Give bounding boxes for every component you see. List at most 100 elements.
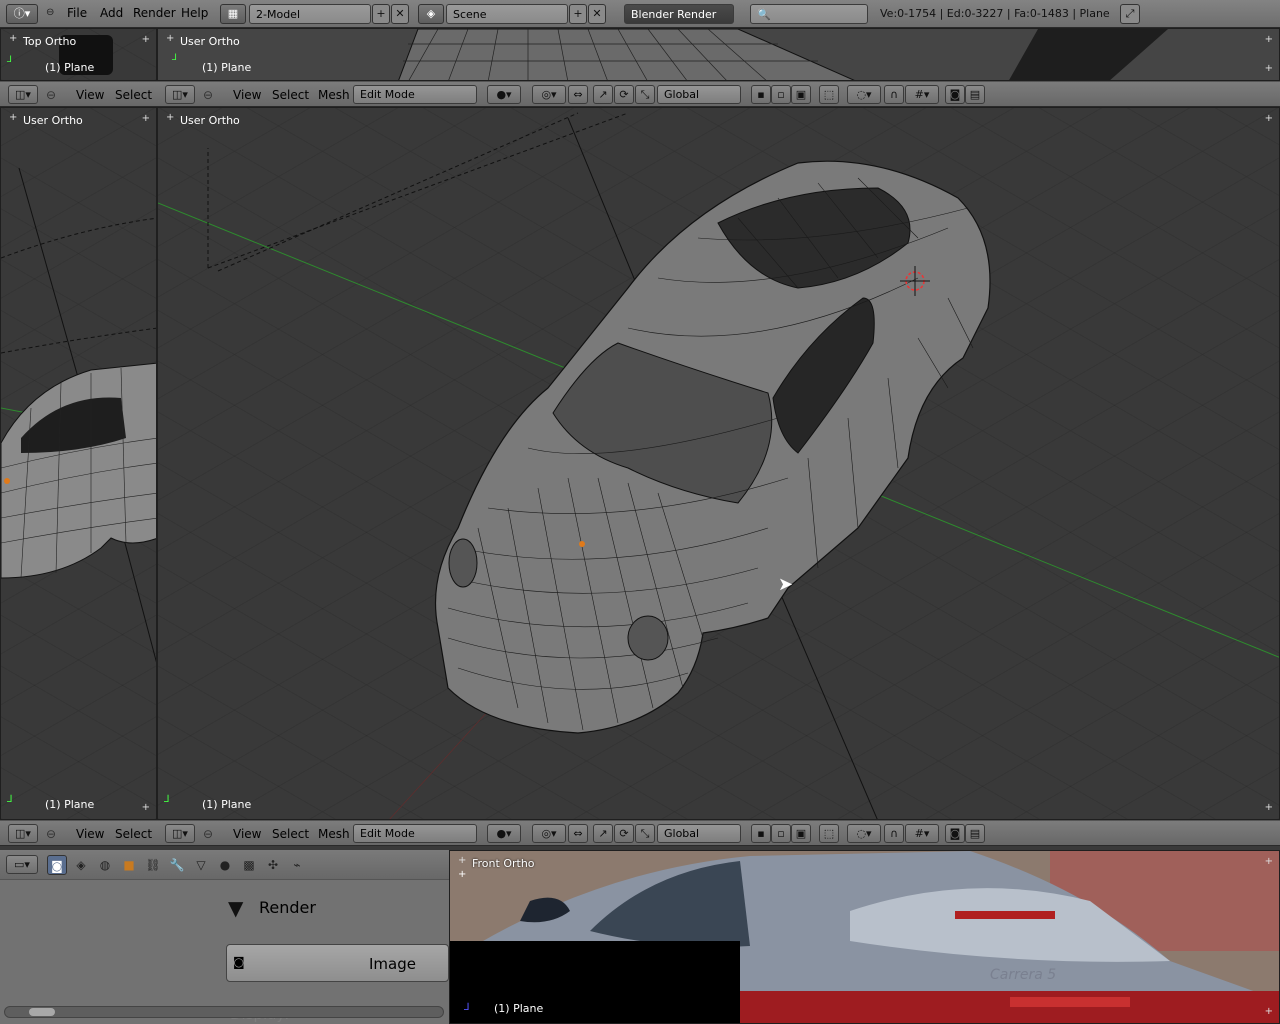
particles-tab-icon[interactable]: ✣ [263, 855, 283, 875]
rotate-icon[interactable]: ⟳ [614, 824, 634, 843]
collapse-icon[interactable]: ⊖ [203, 88, 213, 102]
mode-select[interactable]: Edit Mode [353, 85, 477, 104]
manipulator-icon[interactable]: ⇔ [568, 824, 588, 843]
face-select-icon[interactable]: ▣ [791, 824, 811, 843]
rotate-icon[interactable]: ⟳ [614, 85, 634, 104]
screen-layout-icon[interactable]: ▦ [220, 4, 246, 24]
render-image-button[interactable]: ◙ Image [226, 944, 449, 982]
corner-plus-icon[interactable]: + [1265, 34, 1273, 45]
scene-tab-icon[interactable]: ◈ [71, 855, 91, 875]
manipulator-icon[interactable]: ⇔ [568, 85, 588, 104]
menu-select[interactable]: Select [115, 88, 152, 102]
collapse-icon[interactable]: ⊖ [203, 827, 213, 841]
vertex-select-icon[interactable]: ▪ [751, 85, 771, 104]
modifiers-tab-icon[interactable]: 🔧 [167, 855, 187, 875]
render-panel-title[interactable]: Render [259, 898, 316, 917]
menu-view[interactable]: View [76, 88, 104, 102]
translate-icon[interactable]: ↗ [593, 85, 613, 104]
menu-mesh[interactable]: Mesh [318, 827, 350, 841]
render-anim-icon[interactable]: ▤ [965, 85, 985, 104]
add-scene-icon[interactable]: + [569, 4, 587, 24]
menu-file[interactable]: File [67, 6, 87, 20]
menu-view[interactable]: View [76, 827, 104, 841]
viewport-top-right[interactable]: + User Ortho ⅃ (1) Plane + + [157, 28, 1280, 81]
viewport-main[interactable]: + User Ortho + ⅃ (1) Plane + ➤ [157, 107, 1280, 820]
scene-field[interactable]: Scene [446, 4, 568, 24]
viewport-top-left[interactable]: + Top Ortho ⅃ (1) Plane + [0, 28, 157, 81]
menu-select[interactable]: Select [272, 88, 309, 102]
shading-icon[interactable]: ●▾ [487, 824, 521, 843]
proportional-icon[interactable]: ◌▾ [847, 85, 881, 104]
corner-plus-icon[interactable]: + [1265, 856, 1273, 867]
snap-grid-icon[interactable]: #▾ [905, 824, 939, 843]
screen-layout-field[interactable]: 2-Model [249, 4, 371, 24]
world-tab-icon[interactable]: ◍ [95, 855, 115, 875]
edge-select-icon[interactable]: ▫ [771, 85, 791, 104]
collapse-icon[interactable]: ⊖ [46, 88, 56, 102]
menu-mesh[interactable]: Mesh [318, 88, 350, 102]
render-anim-icon[interactable]: ▤ [965, 824, 985, 843]
search-field[interactable]: 🔍 [750, 4, 868, 24]
editor-type-icon[interactable]: ◫▾ [165, 824, 195, 843]
render-engine-select[interactable]: Blender Render [624, 4, 734, 24]
corner-plus-icon[interactable]: + [1265, 63, 1273, 74]
snap-icon[interactable]: ∩ [884, 85, 904, 104]
translate-icon[interactable]: ↗ [593, 824, 613, 843]
edge-select-icon[interactable]: ▫ [771, 824, 791, 843]
occlude-icon[interactable]: ⬚ [819, 85, 839, 104]
snap-icon[interactable]: ∩ [884, 824, 904, 843]
render-tab-camera-icon[interactable]: ◙ [47, 855, 67, 875]
scale-icon[interactable]: ⤡ [635, 85, 655, 104]
info-editor-icon[interactable]: ⓘ▾ [6, 4, 38, 24]
corner-plus-icon[interactable]: + [1265, 1006, 1273, 1017]
menu-select[interactable]: Select [115, 827, 152, 841]
proportional-icon[interactable]: ◌▾ [847, 824, 881, 843]
collapse-icon[interactable]: ⊖ [46, 7, 54, 18]
editor-type-icon[interactable]: ◫▾ [165, 85, 195, 104]
fullscreen-icon[interactable]: ⤢ [1120, 4, 1140, 24]
add-screen-icon[interactable]: + [372, 4, 390, 24]
scrollbar-thumb[interactable] [29, 1008, 55, 1016]
corner-plus-icon[interactable]: + [166, 34, 176, 44]
viewport-left[interactable]: + User Ortho + ⅃ (1) Plane + [0, 107, 157, 820]
editor-type-icon[interactable]: ◫▾ [8, 85, 38, 104]
menu-render[interactable]: Render [133, 6, 176, 20]
corner-plus-icon[interactable]: + [142, 113, 150, 124]
material-tab-icon[interactable]: ● [215, 855, 235, 875]
corner-plus-icon[interactable]: + [9, 34, 19, 44]
menu-help[interactable]: Help [181, 6, 208, 20]
menu-add[interactable]: Add [100, 6, 123, 20]
constraints-tab-icon[interactable]: ⛓ [143, 855, 163, 875]
menu-view[interactable]: View [233, 88, 261, 102]
data-tab-icon[interactable]: ▽ [191, 855, 211, 875]
corner-plus-icon[interactable]: + [9, 113, 19, 123]
menu-view[interactable]: View [233, 827, 261, 841]
panel-collapse-icon[interactable]: ▼ [228, 896, 243, 920]
render-camera-icon[interactable]: ◙ [945, 824, 965, 843]
render-camera-icon[interactable]: ◙ [945, 85, 965, 104]
pivot-icon[interactable]: ◎▾ [532, 824, 566, 843]
mode-select[interactable]: Edit Mode [353, 824, 477, 843]
editor-type-icon[interactable]: ▭▾ [6, 855, 38, 874]
pivot-icon[interactable]: ◎▾ [532, 85, 566, 104]
corner-plus-icon[interactable]: + [1265, 113, 1273, 124]
corner-plus-icon[interactable]: + [458, 869, 466, 880]
corner-plus-icon[interactable]: + [458, 856, 468, 866]
occlude-icon[interactable]: ⬚ [819, 824, 839, 843]
remove-scene-icon[interactable]: ✕ [588, 4, 606, 24]
scene-icon[interactable]: ◈ [418, 4, 444, 24]
remove-screen-icon[interactable]: ✕ [391, 4, 409, 24]
editor-type-icon[interactable]: ◫▾ [8, 824, 38, 843]
face-select-icon[interactable]: ▣ [791, 85, 811, 104]
texture-tab-icon[interactable]: ▩ [239, 855, 259, 875]
horizontal-scrollbar[interactable] [4, 1006, 444, 1018]
corner-plus-icon[interactable]: + [142, 34, 150, 45]
corner-plus-icon[interactable]: + [142, 802, 150, 813]
corner-plus-icon[interactable]: + [166, 113, 176, 123]
menu-select[interactable]: Select [272, 827, 309, 841]
viewport-front[interactable]: Carrera 5 + + Front Ortho + ⅃ (1) Plane … [449, 850, 1280, 1024]
orientation-select[interactable]: Global [657, 824, 741, 843]
shading-icon[interactable]: ●▾ [487, 85, 521, 104]
collapse-icon[interactable]: ⊖ [46, 827, 56, 841]
orientation-select[interactable]: Global [657, 85, 741, 104]
